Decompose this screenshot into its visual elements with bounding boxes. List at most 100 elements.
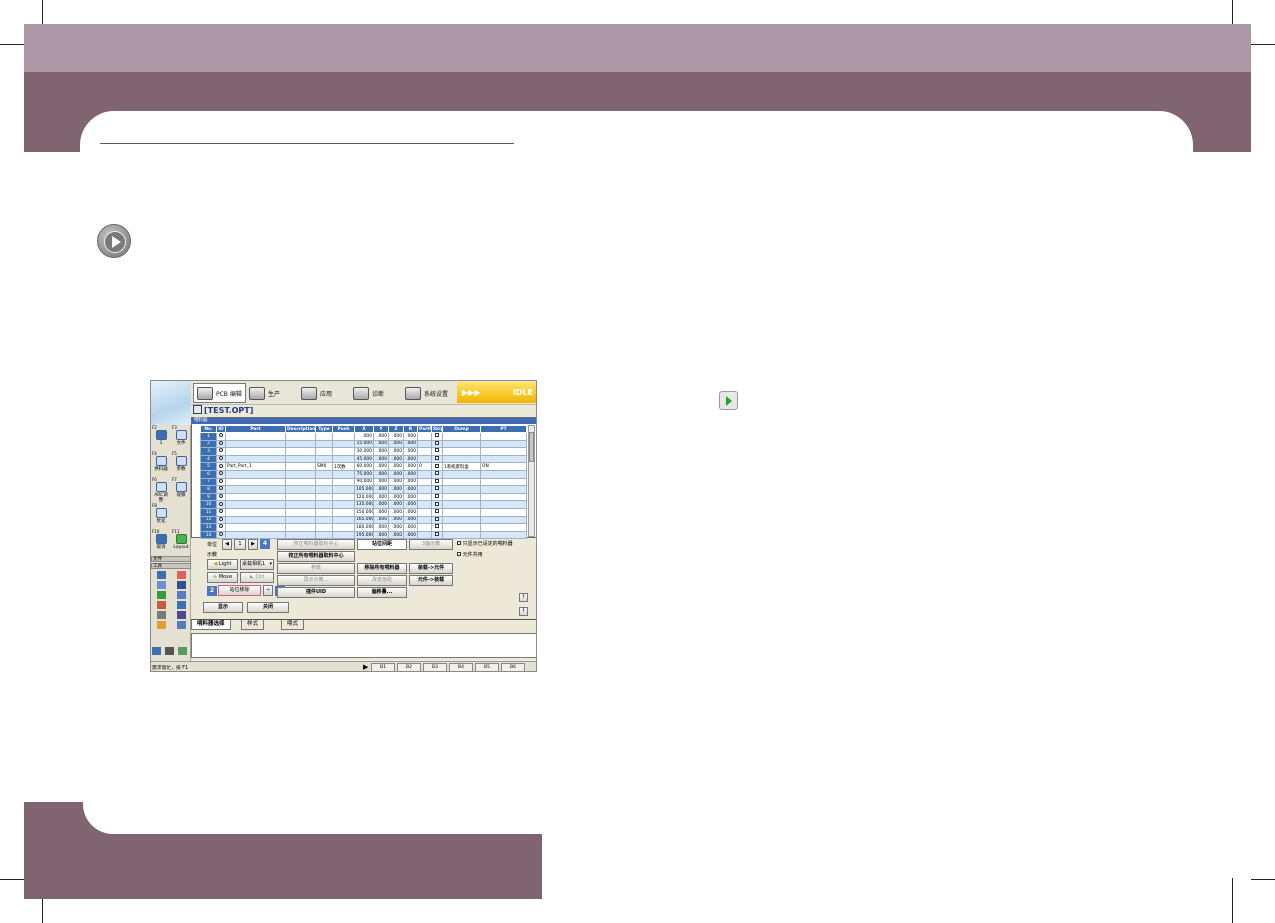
cell-pt[interactable]: [480, 492, 527, 502]
cell-partr[interactable]: [417, 469, 432, 479]
cell-part[interactable]: [225, 454, 286, 464]
station-remove-button[interactable]: 站位移除: [218, 585, 261, 596]
cell-pt[interactable]: [480, 447, 527, 456]
nozzle-icon[interactable]: [157, 581, 166, 589]
cell-y[interactable]: .000: [373, 439, 389, 449]
cell-part[interactable]: [225, 477, 286, 487]
correct-feeder-center-button[interactable]: 校正喂料器取料中心: [277, 539, 355, 550]
book-icon[interactable]: [177, 621, 186, 629]
scroll-thumb[interactable]: [529, 432, 534, 462]
column-header[interactable]: Part: [225, 425, 286, 433]
table-row[interactable]: 14 195.000.000.000.000: [200, 530, 527, 540]
cell-skip[interactable]: [431, 530, 443, 540]
print-icon[interactable]: [178, 647, 187, 655]
cell-y[interactable]: .000: [373, 462, 389, 471]
light-button[interactable]: ◀ Light: [207, 559, 238, 570]
cell-type[interactable]: [315, 454, 333, 464]
open-teach-button[interactable]: 再示示教...: [277, 575, 355, 586]
cell-y[interactable]: .000: [373, 485, 389, 494]
cell-no[interactable]: 5: [200, 462, 217, 471]
cell-push[interactable]: 1次数: [332, 462, 355, 471]
camera-select[interactable]: 桌载相机1 ▾: [240, 559, 274, 570]
skip-checkbox[interactable]: [435, 524, 439, 529]
part-to-feeder-button[interactable]: 元件->装载: [409, 575, 453, 586]
cell-description[interactable]: [285, 492, 316, 502]
cell-z[interactable]: .000: [388, 432, 404, 441]
cell-part[interactable]: [225, 447, 286, 456]
cell-no[interactable]: 9: [200, 492, 217, 502]
cell-id[interactable]: [216, 485, 226, 494]
cell-z[interactable]: .000: [388, 500, 404, 509]
cell-description[interactable]: [285, 523, 316, 532]
radio-icon[interactable]: [219, 479, 223, 483]
cell-y[interactable]: .000: [373, 454, 389, 464]
cell-id[interactable]: [216, 530, 226, 540]
checkbox-box[interactable]: [457, 552, 461, 556]
cell-partr[interactable]: [417, 454, 432, 464]
cell-r[interactable]: .000: [403, 454, 418, 464]
skip-checkbox[interactable]: [435, 433, 439, 438]
cell-type[interactable]: [315, 523, 333, 532]
three-axis-teach-button[interactable]: 3轴示教: [409, 539, 453, 550]
cell-description[interactable]: [285, 485, 316, 494]
cell-type[interactable]: [315, 447, 333, 456]
cell-part[interactable]: Part_Part_1: [225, 462, 286, 471]
cell-r[interactable]: .000: [403, 530, 418, 540]
cell-description[interactable]: [285, 477, 316, 487]
cell-x[interactable]: 15.000: [354, 439, 374, 449]
cell-z[interactable]: .000: [388, 492, 404, 502]
cell-partr[interactable]: 0: [417, 462, 432, 471]
cell-r[interactable]: .000: [403, 439, 418, 449]
column-header[interactable]: X: [354, 425, 374, 433]
unit-increment-button[interactable]: ▶: [248, 539, 258, 550]
cell-pt[interactable]: ON: [480, 462, 527, 471]
part-shared-checkbox[interactable]: 元件共用: [457, 551, 483, 558]
part-uid-button[interactable]: 插件UID: [277, 587, 355, 598]
column-header[interactable]: R: [403, 425, 418, 433]
cell-description[interactable]: [285, 439, 316, 449]
cell-no[interactable]: 2: [200, 439, 217, 449]
cell-y[interactable]: .000: [373, 447, 389, 456]
cell-skip[interactable]: [431, 492, 443, 502]
fkey-f11[interactable]: F11 Layout: [172, 529, 190, 553]
cell-x[interactable]: 30.000: [354, 447, 374, 456]
cell-y[interactable]: .000: [373, 530, 389, 540]
rail-dropdown-file[interactable]: 文件: [151, 556, 191, 562]
cell-skip[interactable]: [431, 515, 443, 525]
cell-no[interactable]: 13: [200, 523, 217, 532]
tab-style[interactable]: 样式: [241, 620, 265, 630]
column-header[interactable]: No.: [200, 425, 217, 433]
radio-icon[interactable]: [219, 509, 223, 514]
cell-pt[interactable]: [480, 477, 527, 487]
cell-id[interactable]: [216, 523, 226, 532]
radio-icon[interactable]: [219, 448, 223, 453]
cell-skip[interactable]: [431, 447, 443, 456]
cell-push[interactable]: [332, 447, 355, 456]
radio-icon[interactable]: [219, 463, 223, 468]
cell-id[interactable]: [216, 432, 226, 441]
cell-description[interactable]: [285, 462, 316, 471]
skip-checkbox[interactable]: [435, 516, 439, 521]
cell-no[interactable]: 11: [200, 507, 217, 517]
cell-id[interactable]: [216, 469, 226, 479]
skip-checkbox[interactable]: [435, 471, 439, 476]
chip-icon[interactable]: [177, 611, 186, 619]
parameter-button[interactable]: 参数: [277, 563, 355, 574]
remove-all-feeders-button[interactable]: 移除所有喂料器: [357, 563, 407, 574]
radio-icon[interactable]: [219, 456, 223, 461]
cell-dump[interactable]: [442, 432, 481, 441]
cell-type[interactable]: [315, 500, 333, 509]
cell-y[interactable]: .000: [373, 515, 389, 525]
table-row[interactable]: 7 90.000.000.000.000: [200, 477, 527, 487]
skip-checkbox[interactable]: [435, 509, 439, 514]
only-set-checkbox[interactable]: 只显示已设定的喂料器: [457, 540, 513, 547]
table-row[interactable]: 8 105.000.000.000.000: [200, 485, 527, 494]
cell-dump[interactable]: [442, 485, 481, 494]
table-row[interactable]: 2 15.000.000.000.000: [200, 439, 527, 449]
table-row[interactable]: 13 180.000.000.000.000: [200, 523, 527, 532]
cell-r[interactable]: .000: [403, 523, 418, 532]
cell-description[interactable]: [285, 500, 316, 509]
cell-skip[interactable]: [431, 432, 443, 441]
cell-description[interactable]: [285, 507, 316, 517]
fkey-f8[interactable]: F8 优化: [152, 503, 170, 527]
